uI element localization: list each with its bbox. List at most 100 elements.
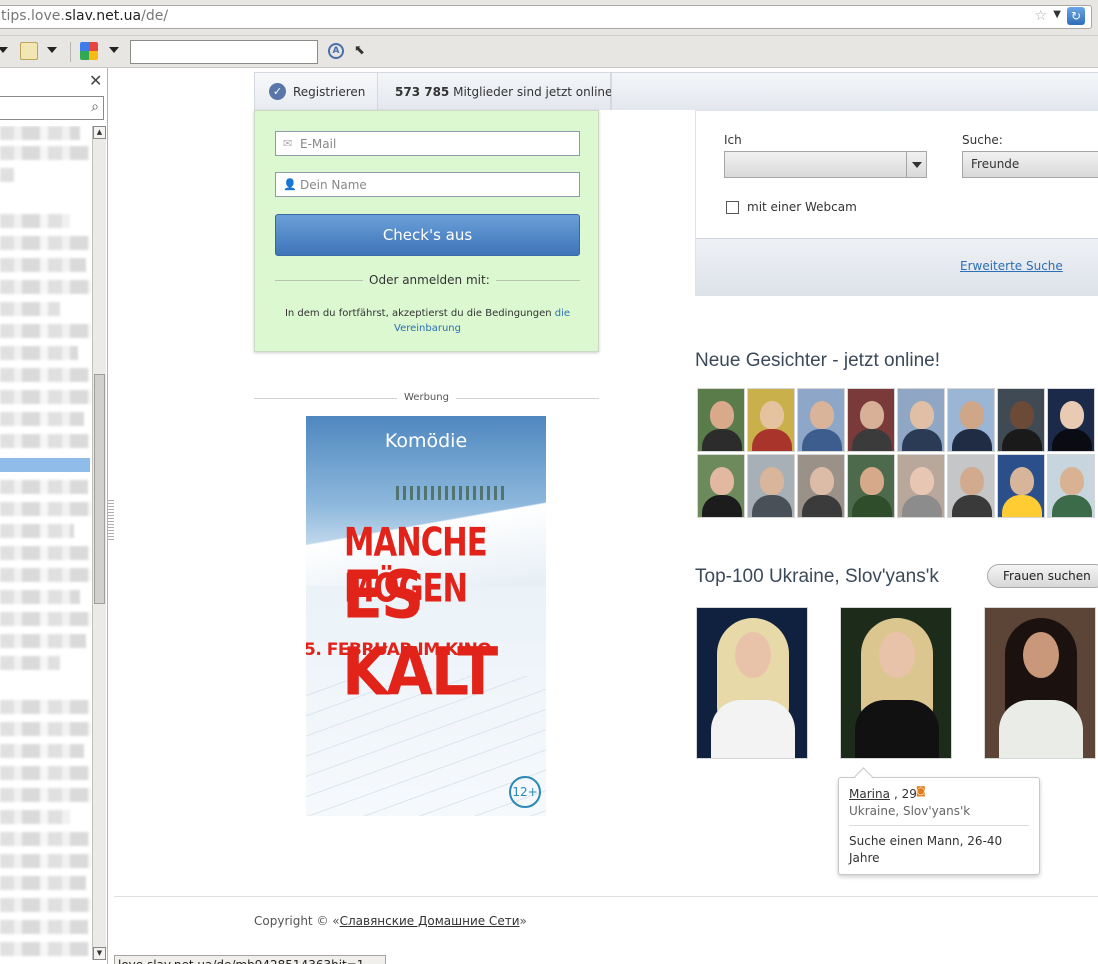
tooltip-divider xyxy=(849,825,1029,826)
sidebar-tree[interactable] xyxy=(0,126,92,960)
copyright: Copyright © «Славянские Домашние Сети» xyxy=(254,914,527,928)
face-thumbnail[interactable] xyxy=(897,454,945,518)
header-bar-extension xyxy=(611,72,1098,110)
or-login-label: Oder anmelden mit: xyxy=(363,273,496,287)
name-field[interactable]: 👤 Dein Name xyxy=(275,172,580,197)
name-placeholder: Dein Name xyxy=(300,178,367,192)
scroll-thumb[interactable] xyxy=(94,374,105,604)
face-thumbnail[interactable] xyxy=(697,454,745,518)
face-thumbnail-body xyxy=(752,495,792,517)
address-bar[interactable]: tips.love.slav.net.ua/de/ ☆ ▼ ↻ xyxy=(0,5,1092,29)
suche-select[interactable]: Freunde xyxy=(962,151,1098,178)
top100-title: Top-100 Ukraine, Slov'yans'k xyxy=(695,566,939,587)
toolbar-separator xyxy=(70,42,71,62)
suche-label: Suche: xyxy=(962,133,1003,147)
face-thumbnail[interactable] xyxy=(697,388,745,452)
photo-torso xyxy=(855,700,939,758)
face-thumbnail[interactable] xyxy=(947,454,995,518)
browser-toolbar: A ⬉ xyxy=(0,36,1098,68)
clipboard-icon[interactable] xyxy=(20,42,38,60)
face-thumbnail[interactable] xyxy=(947,388,995,452)
face-thumbnail-head xyxy=(910,467,934,495)
profile-photo[interactable] xyxy=(696,607,808,759)
face-thumbnail[interactable] xyxy=(847,454,895,518)
advanced-search-link[interactable]: Erweiterte Suche xyxy=(960,259,1063,273)
sidebar-scrollbar[interactable]: ▲ ▼ xyxy=(92,126,106,960)
close-icon[interactable]: ✕ xyxy=(89,71,102,90)
scroll-down-icon[interactable]: ▼ xyxy=(93,947,106,960)
lookup-icon[interactable]: A xyxy=(328,43,344,59)
profile-photo[interactable] xyxy=(984,607,1096,759)
ich-select[interactable] xyxy=(724,151,927,178)
webcam-label[interactable]: mit einer Webcam xyxy=(747,200,857,214)
face-thumbnail[interactable] xyxy=(997,388,1045,452)
face-thumbnail-head xyxy=(810,401,834,429)
registration-panel: ✉ E-Mail 👤 Dein Name Check's aus Oder an… xyxy=(254,110,599,352)
tab-register-label: Registrieren xyxy=(293,85,366,99)
search-icon[interactable]: ⌕ xyxy=(91,99,99,115)
ad-banner[interactable]: Komödie MANCHE MÖGEN ES KALT 5. FEBRUAR … xyxy=(306,416,546,816)
scroll-up-icon[interactable]: ▲ xyxy=(93,126,106,139)
profile-seeking: Suche einen Mann, 26-40 Jahre xyxy=(849,834,1003,865)
face-thumbnail-body xyxy=(852,495,892,517)
face-thumbnail[interactable] xyxy=(847,388,895,452)
copyright-text: Copyright © xyxy=(254,914,329,928)
face-thumbnail[interactable] xyxy=(897,388,945,452)
bookmark-star-icon[interactable]: ☆ xyxy=(1034,8,1047,24)
face-thumbnail[interactable] xyxy=(797,454,845,518)
face-thumbnail-body xyxy=(1052,429,1092,451)
sidebar-panel: ✕ ⌕ ▲ ▼ xyxy=(0,68,108,964)
toolbar-search-input[interactable] xyxy=(130,40,318,64)
face-thumbnail-body xyxy=(952,429,992,451)
reload-icon[interactable]: ↻ xyxy=(1067,7,1085,25)
profile-tooltip: Marina , 29 ◙ Ukraine, Slov'yans'k Suche… xyxy=(838,777,1040,875)
google-dropdown-icon[interactable] xyxy=(109,47,119,53)
url-host: slav.net.ua xyxy=(64,8,142,24)
terms-sentence: In dem du fortfährst, akzeptierst du die… xyxy=(284,308,552,319)
sidebar-search-input[interactable]: ⌕ xyxy=(0,96,104,120)
face-thumbnail-head xyxy=(910,401,934,429)
ad-title-line2: ES KALT xyxy=(342,557,498,711)
ad-tagline: Komödie xyxy=(384,430,468,452)
network-link[interactable]: Славянские Домашние Сети xyxy=(340,914,520,928)
face-thumbnail-head xyxy=(860,467,884,495)
cursor-select-icon[interactable]: ⬉ xyxy=(354,43,368,59)
google-icon[interactable] xyxy=(80,42,98,60)
face-thumbnail[interactable] xyxy=(747,388,795,452)
face-thumbnail[interactable] xyxy=(747,454,795,518)
email-field[interactable]: ✉ E-Mail xyxy=(275,131,580,156)
face-thumbnail-body xyxy=(902,495,942,517)
header-tabs: ✓ Registrieren 573 785 Mitglieder sind j… xyxy=(254,72,612,111)
face-thumbnail-body xyxy=(702,429,742,451)
face-thumbnail-body xyxy=(802,495,842,517)
search-women-button[interactable]: Frauen suchen xyxy=(987,564,1098,588)
face-thumbnail-body xyxy=(802,429,842,451)
webcam-icon: ◙ xyxy=(916,786,926,797)
face-thumbnail[interactable] xyxy=(1047,454,1095,518)
profile-photo[interactable] xyxy=(840,607,952,759)
profile-name-link[interactable]: Marina xyxy=(849,787,890,801)
submit-button[interactable]: Check's aus xyxy=(275,214,580,256)
status-bar: love.slav.net.ua/de/mb9428514363hit=1 xyxy=(114,955,386,964)
photo-face xyxy=(735,632,771,678)
face-thumbnail-head xyxy=(710,467,734,495)
face-thumbnail-head xyxy=(960,467,984,495)
webcam-checkbox[interactable] xyxy=(726,201,739,214)
face-thumbnail-body xyxy=(752,429,792,451)
tab-register[interactable]: ✓ Registrieren xyxy=(255,73,378,111)
face-thumbnail-head xyxy=(760,467,784,495)
toolbar-dropdown-icon[interactable] xyxy=(0,47,8,53)
mail-icon: ✉ xyxy=(283,137,293,150)
face-thumbnail[interactable] xyxy=(1047,388,1095,452)
face-thumbnail-head xyxy=(860,401,884,429)
face-thumbnail[interactable] xyxy=(797,388,845,452)
new-faces-grid xyxy=(695,388,1098,520)
url-dropdown-icon[interactable]: ▼ xyxy=(1053,9,1061,20)
chevron-down-icon[interactable] xyxy=(906,152,926,177)
sidebar-selected-item[interactable] xyxy=(0,458,90,472)
clipboard-dropdown-icon[interactable] xyxy=(47,47,57,53)
face-thumbnail-head xyxy=(1060,467,1084,495)
user-icon: 👤 xyxy=(283,178,297,191)
face-thumbnail-head xyxy=(1010,467,1034,495)
face-thumbnail[interactable] xyxy=(997,454,1045,518)
